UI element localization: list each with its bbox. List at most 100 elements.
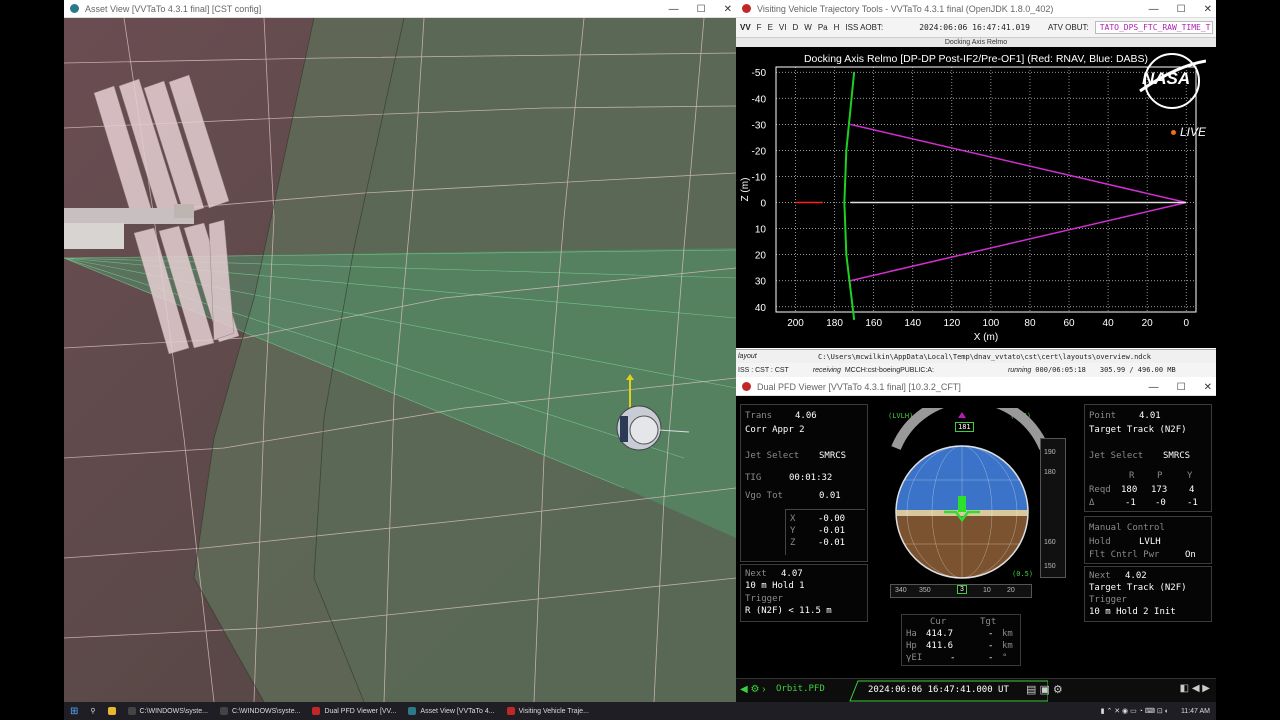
maximize-icon[interactable]: ☐ (697, 4, 706, 15)
vvtt-window: Visiting Vehicle Trajectory Tools - VVTa… (736, 0, 1216, 378)
maximize-icon[interactable]: ☐ (1177, 4, 1186, 15)
vvtt-titlebar[interactable]: Visiting Vehicle Trajectory Tools - VVTa… (736, 0, 1216, 18)
menu-d[interactable]: D (792, 23, 798, 32)
ha-label: Ha (906, 629, 917, 639)
reqd-pitch: 173 (1151, 485, 1168, 495)
close-icon[interactable]: ✕ (1204, 4, 1212, 15)
file-explorer-button[interactable] (102, 702, 122, 720)
taskbar-item[interactable]: Visiting Vehicle Traje... (501, 702, 595, 720)
point-label: Point (1089, 411, 1117, 421)
y-tick-label: 30 (755, 277, 767, 288)
target-panel: Point 4.01 Target Track (N2F) Jet Select… (1084, 404, 1212, 512)
yaw-header: Y (1187, 471, 1193, 481)
next-point-panel-left: Next 4.07 10 m Hold 1 Trigger R (N2F) < … (740, 564, 868, 622)
reqd-roll: 180 (1121, 485, 1138, 495)
vvtt-title: Visiting Vehicle Trajectory Tools - VVTa… (757, 3, 1054, 14)
footer-nav-icons[interactable]: ◧ ◀ ▶ (1180, 683, 1210, 694)
close-icon[interactable]: ✕ (724, 4, 732, 15)
aobt-label: ISS AOBT: (845, 23, 884, 32)
clock-time: 11:47 AM (1180, 707, 1210, 715)
taskbar-item[interactable]: Dual PFD Viewer [VV... (306, 702, 402, 720)
vgo-z-value: -0.01 (818, 538, 846, 548)
taskbar-item[interactable]: C:\WINDOWS\syste... (214, 702, 306, 720)
menu-pa[interactable]: Pa (818, 23, 828, 32)
status-time: 000/06:05:18 (1035, 366, 1086, 374)
gamma-unit: ° (1002, 653, 1008, 663)
pfd-window: Dual PFD Viewer [VVTaTo 4.3.1 final] [10… (736, 378, 1216, 702)
menu-vi[interactable]: VI (779, 23, 787, 32)
status-source: ISS : CST : CST (738, 366, 789, 374)
next-label: Next (745, 569, 767, 579)
taskbar-item[interactable]: Asset View [VVTaTo 4... (402, 702, 500, 720)
delta-roll: -1 (1125, 498, 1136, 508)
status-receiving: receiving (812, 366, 841, 374)
footer-tool-icons[interactable]: ▤ ▣ ⚙ (1026, 683, 1063, 696)
y-tick-label: -50 (752, 68, 767, 79)
adi-display: (LVLH) (PYR) 181 173 190 180 160 1 (886, 408, 1076, 608)
x-tick-label: 160 (865, 318, 882, 329)
close-icon[interactable]: ✕ (1204, 382, 1212, 393)
asset-view-title: Asset View [VVTaTo 4.3.1 final] [CST con… (85, 3, 262, 14)
series-line (843, 72, 856, 320)
obut-label: ATV OBUT: (1047, 23, 1089, 32)
clock[interactable]: 11:47 AM (1175, 702, 1216, 720)
asset-view-titlebar[interactable]: Asset View [VVTaTo 4.3.1 final] [CST con… (64, 0, 736, 18)
vvtt-toolbar: VV F E VI D W Pa H ISS AOBT: 2024:06:06 … (736, 18, 1216, 38)
status-memory: 305.99 / 496.00 MB (1099, 366, 1176, 374)
delta-pitch: -0 (1155, 498, 1166, 508)
maximize-icon[interactable]: ☐ (1177, 382, 1186, 393)
trigger-value: R (N2F) < 11.5 m (745, 606, 832, 616)
vgo-components: X -0.00 Y -0.01 Z -0.01 (785, 509, 865, 555)
search-button[interactable]: ⚲ (84, 702, 101, 720)
vgo-y-label: Y (790, 526, 796, 536)
trans-name: Corr Appr 2 (745, 425, 805, 435)
menu-vv[interactable]: VV (740, 23, 751, 32)
hold-value: LVLH (1139, 537, 1161, 547)
vvtt-statusbar: ISS : CST : CST receiving MCCH:cst-boein… (736, 363, 1216, 377)
menu-h[interactable]: H (834, 23, 840, 32)
layout-path[interactable]: C:\Users\mcwilkin\AppData\Local\Temp\dna… (818, 353, 1151, 361)
vgo-value: 0.01 (819, 491, 841, 501)
menu-f[interactable]: F (757, 23, 762, 32)
start-button[interactable]: ⊞ (64, 702, 84, 720)
pfd-title: Dual PFD Viewer [VVTaTo 4.3.1 final] [10… (757, 381, 961, 392)
chart-title: Docking Axis Relmo [DP-DP Post-IF2/Pre-O… (804, 53, 1148, 65)
manual-control-panel: Manual Control Hold LVLH Flt Cntrl Pwr O… (1084, 516, 1212, 564)
system-tray[interactable]: ▮ ⌃ ✕ ◉ ▭ ◔ ⌨ ⊡ ◐ (1095, 702, 1175, 720)
y-tick-label: 0 (760, 199, 766, 210)
menu-w[interactable]: W (804, 23, 812, 32)
y-axis-label: Z (m) (740, 178, 751, 202)
pitch-tick: 190 (1044, 449, 1056, 456)
vgo-x-label: X (790, 514, 796, 524)
pfd-titlebar[interactable]: Dual PFD Viewer [VVTaTo 4.3.1 final] [10… (736, 378, 1216, 396)
minimize-icon[interactable]: — (1149, 4, 1159, 15)
y-tick-label: -10 (752, 172, 767, 183)
page-nav-label[interactable]: Orbit.PFD (776, 684, 825, 694)
windows-icon: ⊞ (70, 705, 79, 717)
point-value: 4.01 (1139, 411, 1161, 421)
3d-scene[interactable] (64, 18, 736, 702)
minimize-icon[interactable]: — (669, 4, 679, 15)
app-icon (312, 707, 321, 715)
layout-path-bar: layout C:\Users\mcwilkin\AppData\Local\T… (736, 349, 1216, 363)
minimize-icon[interactable]: — (1149, 382, 1159, 393)
search-icon: ⚲ (90, 708, 96, 715)
panel-title: Docking Axis Relmo (736, 38, 1216, 47)
taskbar-item[interactable]: C:\WINDOWS\syste... (122, 702, 214, 720)
gamma-tgt: - (988, 653, 994, 663)
hold-label: Hold (1089, 537, 1111, 547)
nav-back-icon[interactable]: ◀ ⚙ › (740, 684, 766, 695)
hp-tgt: - (988, 641, 994, 651)
folder-icon (107, 707, 116, 715)
trans-value: 4.06 (795, 411, 817, 421)
screen-border (1216, 0, 1280, 720)
app-icon (742, 4, 751, 13)
pitch-tape: 190 180 160 150 (1040, 438, 1066, 578)
y-tick-label: 40 (755, 303, 767, 314)
menu-e[interactable]: E (768, 23, 773, 32)
obut-field[interactable]: TATO_DPS_FTC_RAW_TIME_T... (1094, 21, 1213, 34)
vgo-label: Vgo Tot (745, 491, 783, 501)
x-tick-label: 60 (1063, 318, 1075, 329)
point-mode: Target Track (N2F) (1089, 425, 1187, 435)
next-point-panel-right: Next 4.02 Target Track (N2F) Trigger 10 … (1084, 566, 1212, 622)
